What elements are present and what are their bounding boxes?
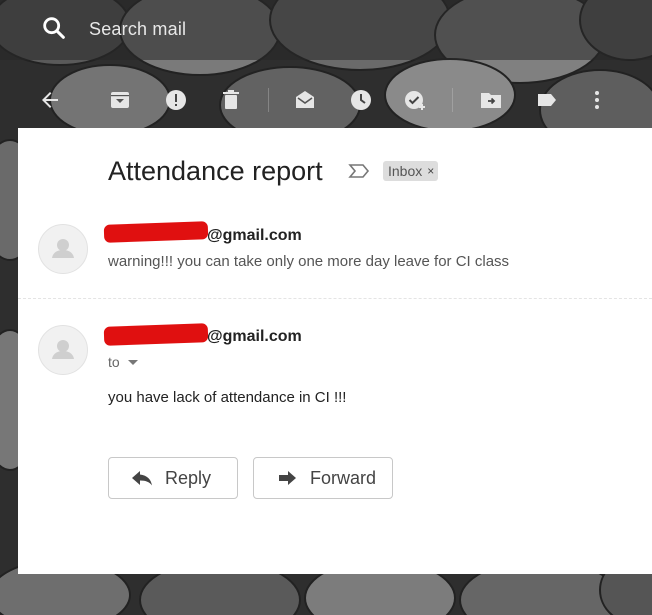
avatar[interactable]	[38, 325, 88, 375]
redacted-sender-name	[103, 323, 209, 346]
show-details-caret-icon[interactable]	[127, 359, 138, 365]
default-avatar-icon	[52, 340, 74, 359]
message-toolbar	[0, 78, 652, 122]
forward-button[interactable]: Forward	[253, 457, 393, 499]
sender-email[interactable]: @gmail.com	[207, 227, 302, 245]
reply-label: Reply	[165, 467, 212, 488]
reply-button[interactable]: Reply	[108, 457, 238, 499]
sender-email[interactable]: @gmail.com	[207, 328, 302, 346]
message-snippet[interactable]: warning!!! you can take only one more da…	[108, 253, 509, 270]
mark-unread-icon[interactable]	[293, 88, 317, 112]
message-body: you have lack of attendance in CI !!!	[108, 389, 347, 406]
label-icon[interactable]	[535, 88, 559, 112]
delete-icon[interactable]	[219, 88, 243, 112]
to-label: to	[108, 354, 120, 370]
email-thread-card: Attendance report Inbox × @gmail.com war…	[18, 128, 652, 574]
forward-icon	[279, 471, 296, 485]
archive-icon[interactable]	[108, 88, 132, 112]
toolbar-divider	[268, 88, 269, 112]
search-input[interactable]: Search mail	[89, 19, 186, 40]
default-avatar-icon	[52, 239, 74, 258]
search-icon[interactable]	[40, 14, 68, 42]
back-arrow-icon[interactable]	[38, 88, 62, 112]
importance-marker-icon[interactable]	[348, 162, 370, 180]
email-subject: Attendance report	[108, 156, 323, 186]
redacted-sender-name	[103, 221, 209, 243]
more-vert-icon[interactable]	[585, 88, 609, 112]
snooze-icon[interactable]	[349, 88, 373, 112]
inbox-label-chip: Inbox ×	[383, 161, 439, 181]
move-to-icon[interactable]	[479, 88, 503, 112]
add-to-tasks-icon[interactable]	[403, 88, 427, 112]
forward-label: Forward	[310, 467, 377, 488]
remove-label-button[interactable]: ×	[427, 161, 434, 181]
message-divider	[18, 298, 652, 299]
inbox-label: Inbox	[388, 163, 423, 179]
recipients-line: to	[108, 354, 138, 370]
avatar[interactable]	[38, 224, 88, 274]
report-spam-icon[interactable]	[164, 88, 188, 112]
search-bar[interactable]: Search mail	[0, 0, 652, 60]
reply-icon	[132, 471, 152, 486]
toolbar-divider	[452, 88, 453, 112]
